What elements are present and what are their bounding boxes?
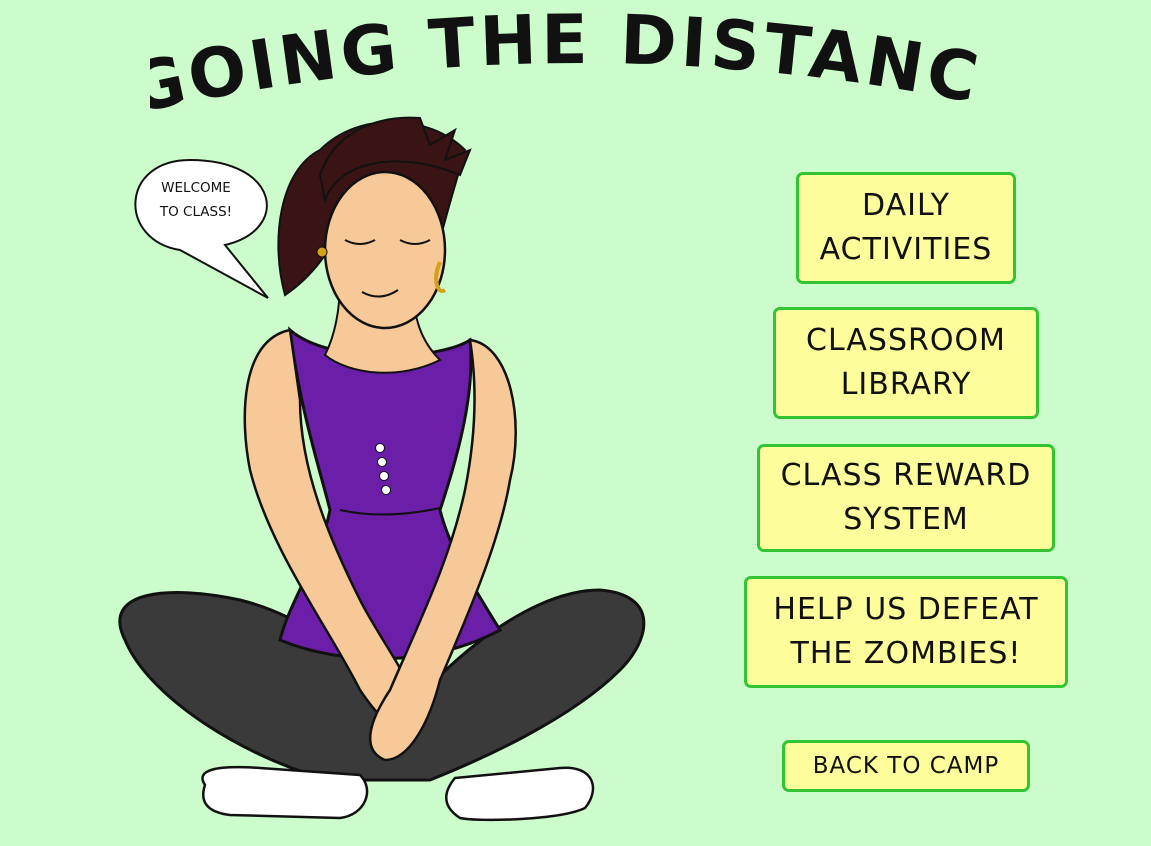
- teacher-illustration: [0, 0, 700, 842]
- defeat-zombies-button[interactable]: HELP US DEFEAT THE ZOMBIES!: [744, 576, 1068, 688]
- left-earring: [316, 246, 328, 258]
- teacher-sitting-cross-legged-illustration: [118, 116, 646, 822]
- face: [323, 170, 447, 330]
- back-to-camp-button[interactable]: BACK TO CAMP: [782, 740, 1030, 792]
- daily-activities-button[interactable]: DAILY ACTIVITIES: [796, 172, 1016, 284]
- right-sock: [445, 766, 595, 822]
- top-button-4: [381, 485, 391, 495]
- left-sock: [201, 765, 369, 820]
- classroom-library-button[interactable]: CLASSROOM LIBRARY: [773, 307, 1039, 419]
- top-button-1: [375, 443, 385, 453]
- top-button-2: [377, 457, 387, 467]
- top-button-3: [379, 471, 389, 481]
- class-reward-system-button[interactable]: CLASS REWARD SYSTEM: [757, 444, 1055, 552]
- speech-bubble-text: WELCOME TO CLASS!: [159, 180, 233, 220]
